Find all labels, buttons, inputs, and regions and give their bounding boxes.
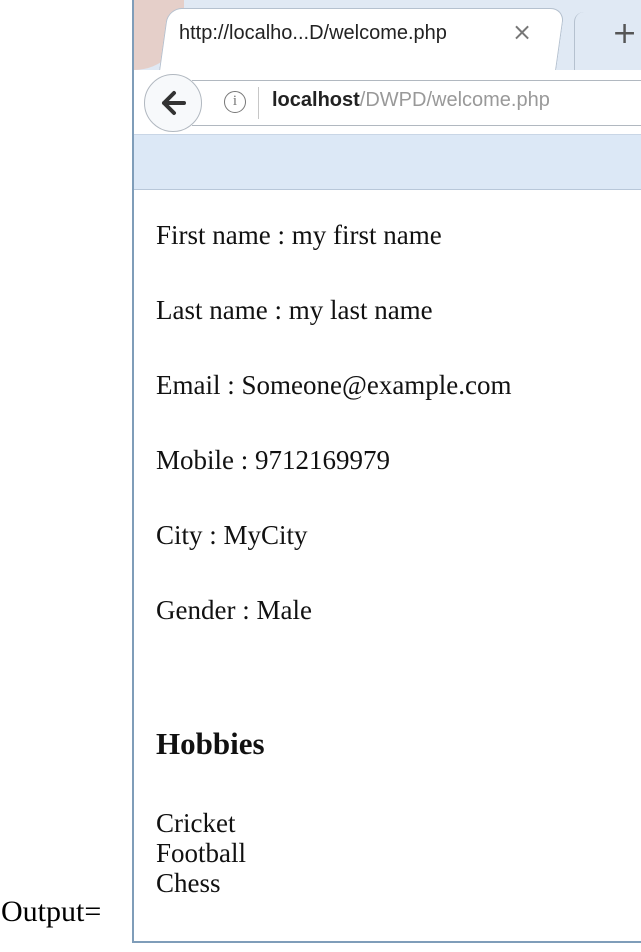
url-separator [258, 87, 259, 119]
plus-icon[interactable]: + [612, 16, 637, 51]
hobbies-heading: Hobbies [156, 726, 265, 761]
field-email: Email : Someone@example.com [156, 370, 512, 400]
tab-close-icon[interactable]: × [512, 18, 532, 46]
toolbar-strip [134, 135, 641, 189]
browser-window: http://localho...D/welcome.php × + i loc… [132, 0, 641, 943]
url-path: /DWPD/welcome.php [359, 89, 550, 111]
url-bar[interactable]: i localhost/DWPD/welcome.php [192, 80, 641, 126]
hobby-item: Chess [156, 868, 221, 898]
info-icon[interactable]: i [224, 91, 246, 113]
hobby-item: Cricket [156, 808, 236, 838]
url-host: localhost [272, 89, 360, 111]
navigation-bar: i localhost/DWPD/welcome.php [134, 70, 641, 135]
back-button[interactable] [144, 74, 202, 132]
field-gender: Gender : Male [156, 595, 312, 625]
browser-chrome: http://localho...D/welcome.php × + i loc… [134, 0, 641, 190]
tab-strip: http://localho...D/welcome.php × + [134, 0, 641, 71]
tab-title: http://localho...D/welcome.php [179, 22, 447, 44]
url-text[interactable]: localhost/DWPD/welcome.php [272, 89, 550, 112]
hobby-item: Football [156, 838, 247, 868]
field-mobile: Mobile : 9712169979 [156, 445, 390, 475]
field-last-name: Last name : my last name [156, 295, 433, 325]
back-arrow-icon [162, 91, 186, 115]
field-city: City : MyCity [156, 520, 308, 550]
output-caption: Output= [1, 895, 102, 928]
field-first-name: First name : my first name [156, 220, 442, 250]
